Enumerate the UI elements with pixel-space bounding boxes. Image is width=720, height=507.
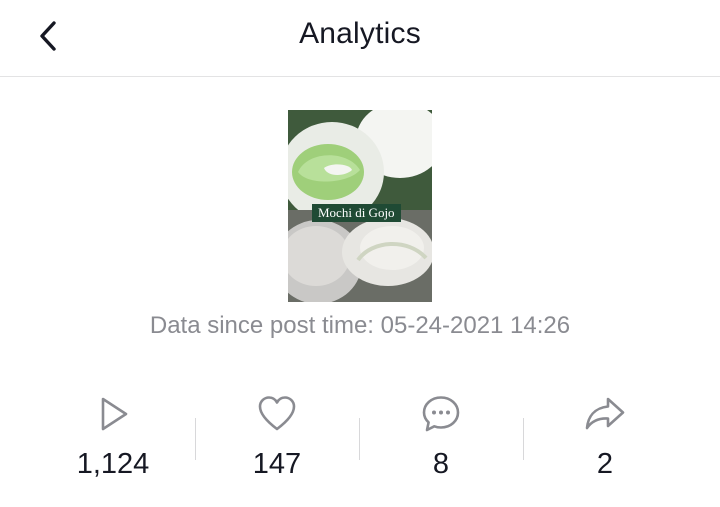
page-title: Analytics bbox=[299, 17, 421, 50]
heart-icon bbox=[258, 396, 296, 431]
analytics-page: Analytics Mochi di Gojo Data since post … bbox=[0, 0, 720, 507]
stat-likes[interactable]: 147 bbox=[195, 388, 359, 488]
play-icon bbox=[101, 397, 128, 431]
stat-comments[interactable]: 8 bbox=[359, 388, 523, 488]
divider bbox=[359, 418, 360, 460]
stats-row: 1,124 147 8 2 bbox=[31, 388, 687, 488]
thumbnail-caption: Mochi di Gojo bbox=[312, 204, 401, 222]
stat-views[interactable]: 1,124 bbox=[31, 388, 195, 488]
post-thumbnail[interactable]: Mochi di Gojo bbox=[288, 110, 432, 302]
divider bbox=[195, 418, 196, 460]
comment-icon bbox=[422, 396, 460, 432]
comments-count: 8 bbox=[432, 448, 450, 480]
views-count: 1,124 bbox=[76, 448, 150, 480]
divider bbox=[523, 418, 524, 460]
stat-shares[interactable]: 2 bbox=[523, 388, 687, 488]
header: Analytics bbox=[0, 0, 720, 77]
likes-count: 147 bbox=[252, 448, 302, 480]
data-since-text: Data since post time: 05-24-2021 14:26 bbox=[149, 312, 571, 339]
share-icon bbox=[585, 397, 625, 430]
shares-count: 2 bbox=[596, 448, 614, 480]
